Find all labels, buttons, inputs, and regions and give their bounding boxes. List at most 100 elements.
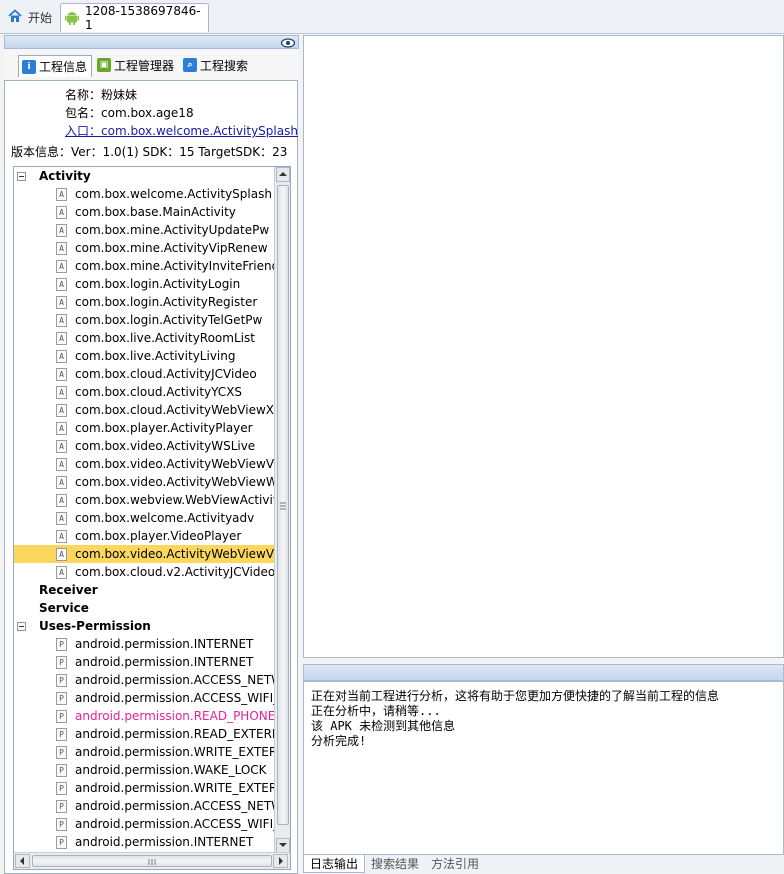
- permission-item[interactable]: Pandroid.permission.READ_EXTERN: [14, 725, 275, 743]
- tree-category-label: Service: [39, 601, 89, 615]
- tree-item-label: com.box.player.ActivityPlayer: [75, 421, 253, 435]
- permission-item[interactable]: Pandroid.permission.ACCESS_NETW: [14, 671, 275, 689]
- activity-item[interactable]: Acom.box.live.ActivityRoomList: [14, 329, 275, 347]
- log-panel-header[interactable]: [303, 664, 784, 681]
- package-name: 包名：com.box.age18: [65, 106, 194, 120]
- activity-item[interactable]: Acom.box.cloud.v2.ActivityJCVideoV: [14, 563, 275, 581]
- activity-icon: A: [56, 205, 67, 219]
- tree-item-label: com.box.live.ActivityRoomList: [75, 331, 255, 345]
- tab-log-output[interactable]: 日志输出: [303, 855, 366, 873]
- collapse-icon[interactable]: [17, 171, 26, 181]
- entry-link[interactable]: 入口：com.box.welcome.ActivitySplash: [65, 122, 298, 139]
- permission-icon: P: [56, 691, 67, 705]
- tree-category[interactable]: Activity: [14, 167, 275, 185]
- tab-project-info-label: 工程信息: [39, 60, 88, 74]
- activity-item[interactable]: Acom.box.login.ActivityTelGetPw: [14, 311, 275, 329]
- tab-project-search[interactable]: ⌕ 工程搜索: [180, 55, 252, 75]
- permission-item[interactable]: Pandroid.permission.READ_PHONE_: [14, 707, 275, 725]
- activity-item[interactable]: Acom.box.mine.ActivityInviteFriend: [14, 257, 275, 275]
- permission-item[interactable]: Pandroid.permission.ACCESS_NETW: [14, 797, 275, 815]
- version-info: 版本信息：Ver：1.0(1) SDK：15 TargetSDK：23: [11, 145, 288, 159]
- scroll-left-button[interactable]: [15, 854, 30, 868]
- component-tree: Activity Acom.box.welcome.ActivitySplash A…: [13, 166, 291, 870]
- log-output[interactable]: 正在对当前工程进行分析，这将有助于您更加方便快捷的了解当前工程的信息 正在分析中…: [303, 681, 784, 855]
- activity-item[interactable]: Acom.box.welcome.ActivitySplash: [14, 185, 275, 203]
- permission-item[interactable]: Pandroid.permission.INTERNET: [14, 833, 275, 851]
- activity-item[interactable]: Acom.box.welcome.Activityadv: [14, 509, 275, 527]
- activity-item[interactable]: Acom.box.video.ActivityWebViewVip: [14, 545, 275, 563]
- app-name: 名称：粉妹妹: [65, 88, 138, 102]
- activity-item[interactable]: Acom.box.cloud.ActivityWebViewXS: [14, 401, 275, 419]
- code-view-pane[interactable]: [303, 35, 784, 658]
- activity-item[interactable]: Acom.box.base.MainActivity: [14, 203, 275, 221]
- tab-search-results[interactable]: 搜索结果: [365, 855, 425, 872]
- permission-item[interactable]: Pandroid.permission.INTERNET: [14, 653, 275, 671]
- tree-item-label: com.box.video.ActivityWSLive: [75, 439, 256, 453]
- log-line: 分析完成!: [311, 734, 367, 748]
- vertical-scrollbar[interactable]: [274, 167, 290, 853]
- permission-item[interactable]: Pandroid.permission.ACCESS_WIFI_: [14, 689, 275, 707]
- tree-item-label: com.box.cloud.ActivityJCVideo: [75, 367, 257, 381]
- permission-item[interactable]: Pandroid.permission.INTERNET: [14, 635, 275, 653]
- activity-item[interactable]: Acom.box.cloud.ActivityYCXS: [14, 383, 275, 401]
- activity-item[interactable]: Acom.box.mine.ActivityUpdatePw: [14, 221, 275, 239]
- tree-item-label: com.box.video.ActivityWebViewVip: [75, 457, 275, 471]
- permission-icon: P: [56, 637, 67, 651]
- tree-item-label: com.box.webview.WebViewActivity: [75, 493, 275, 507]
- activity-item[interactable]: Acom.box.live.ActivityLiving: [14, 347, 275, 365]
- tree-item-label: android.permission.INTERNET: [75, 637, 254, 651]
- info-icon: i: [22, 59, 36, 74]
- activity-icon: A: [56, 277, 67, 291]
- vertical-scroll-thumb[interactable]: [277, 185, 289, 825]
- activity-item[interactable]: Acom.box.mine.ActivityVipRenew: [14, 239, 275, 257]
- tab-project-info[interactable]: i 工程信息: [18, 55, 93, 77]
- tree-item-label: com.box.base.MainActivity: [75, 205, 236, 219]
- tree-item-label: android.permission.WRITE_EXTERI: [75, 781, 275, 795]
- scroll-up-button[interactable]: [276, 167, 290, 182]
- activity-icon: A: [56, 385, 67, 399]
- tab-project-label: 1208-1538697846-1: [85, 4, 201, 32]
- tree-category[interactable]: Receiver: [14, 581, 275, 599]
- tree-item-label: com.box.video.ActivityWebViewWS: [75, 475, 275, 489]
- permission-icon: P: [56, 745, 67, 759]
- top-tab-bar: 开始 1208-1538697846-1: [0, 0, 784, 34]
- subtab-bar: i 工程信息 ▣ 工程管理器 ⌕ 工程搜索: [18, 55, 254, 77]
- tree-item-label: android.permission.ACCESS_WIFI_: [75, 817, 275, 831]
- permission-icon: P: [56, 835, 67, 849]
- activity-item[interactable]: Acom.box.video.ActivityWSLive: [14, 437, 275, 455]
- scroll-right-button[interactable]: [273, 854, 288, 868]
- collapse-icon[interactable]: [17, 621, 26, 631]
- horizontal-scrollbar[interactable]: [14, 852, 290, 869]
- tab-method-references[interactable]: 方法引用: [425, 855, 485, 872]
- tab-home[interactable]: 开始: [4, 3, 58, 31]
- activity-item[interactable]: Acom.box.webview.WebViewActivity: [14, 491, 275, 509]
- activity-item[interactable]: Acom.box.login.ActivityRegister: [14, 293, 275, 311]
- activity-item[interactable]: Acom.box.video.ActivityWebViewVip: [14, 455, 275, 473]
- tree-item-label: com.box.mine.ActivityInviteFriend: [75, 259, 275, 273]
- tree-category[interactable]: Uses-Permission: [14, 617, 275, 635]
- scroll-down-button[interactable]: [276, 838, 290, 853]
- activity-item[interactable]: Acom.box.player.ActivityPlayer: [14, 419, 275, 437]
- tab-project[interactable]: 1208-1538697846-1: [60, 3, 209, 32]
- permission-item[interactable]: Pandroid.permission.WRITE_EXTERI: [14, 779, 275, 797]
- permission-item[interactable]: Pandroid.permission.WRITE_EXTERI: [14, 743, 275, 761]
- activity-icon: A: [56, 475, 67, 489]
- tree-item-label: com.box.video.ActivityWebViewVip: [75, 547, 275, 561]
- permission-item[interactable]: Pandroid.permission.WAKE_LOCK: [14, 761, 275, 779]
- tree-item-label: com.box.login.ActivityTelGetPw: [75, 313, 263, 327]
- tree-item-label: com.box.live.ActivityLiving: [75, 349, 236, 363]
- eye-icon[interactable]: [280, 37, 296, 48]
- tab-project-manager[interactable]: ▣ 工程管理器: [94, 55, 178, 75]
- tree-category-label: Receiver: [39, 583, 98, 597]
- horizontal-scroll-thumb[interactable]: [32, 855, 272, 867]
- activity-icon: A: [56, 457, 67, 471]
- activity-item[interactable]: Acom.box.login.ActivityLogin: [14, 275, 275, 293]
- activity-icon: A: [56, 403, 67, 417]
- tree-category[interactable]: Service: [14, 599, 275, 617]
- activity-item[interactable]: Acom.box.video.ActivityWebViewWS: [14, 473, 275, 491]
- activity-item[interactable]: Acom.box.player.VideoPlayer: [14, 527, 275, 545]
- tree-item-label: com.box.login.ActivityRegister: [75, 295, 258, 309]
- activity-item[interactable]: Acom.box.cloud.ActivityJCVideo: [14, 365, 275, 383]
- permission-item[interactable]: Pandroid.permission.ACCESS_WIFI_: [14, 815, 275, 833]
- tab-project-search-label: 工程搜索: [200, 58, 249, 73]
